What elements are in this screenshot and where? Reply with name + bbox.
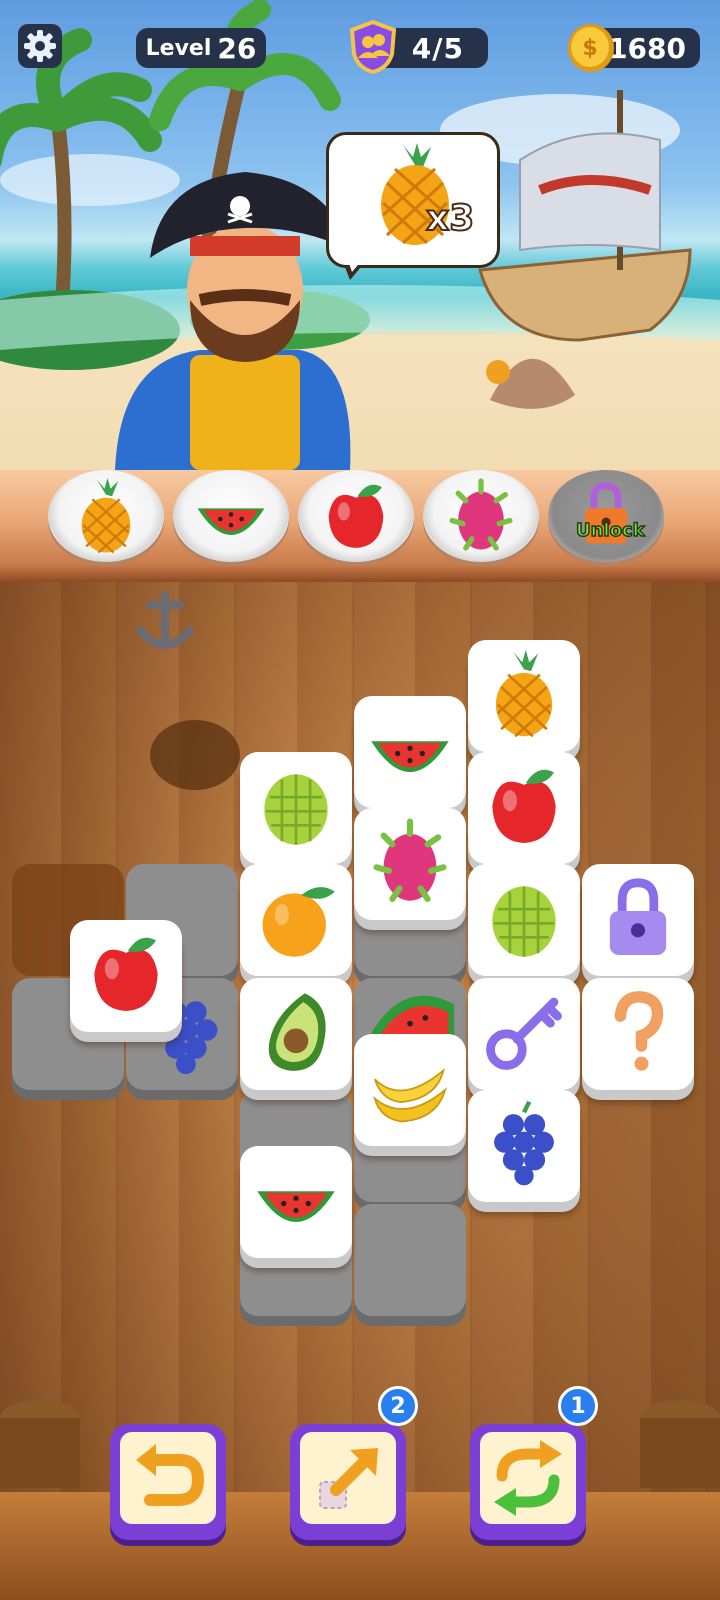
tile-apple[interactable] bbox=[70, 920, 182, 1032]
orange-icon bbox=[262, 887, 335, 957]
tile-watermelon[interactable] bbox=[354, 696, 466, 808]
watermelon-icon bbox=[257, 1191, 335, 1222]
apple-icon bbox=[328, 484, 384, 548]
tray-slot-locked[interactable] bbox=[548, 470, 664, 562]
tile-dragonfruit[interactable] bbox=[354, 808, 466, 920]
customers-shield-icon bbox=[349, 20, 397, 74]
barrel-icon bbox=[0, 1400, 80, 1488]
dragonfruit-icon bbox=[449, 478, 513, 551]
move-out-count: 2 bbox=[390, 1393, 406, 1419]
tile-orange[interactable] bbox=[240, 864, 352, 976]
move-out-button-face bbox=[300, 1432, 396, 1524]
barrel-icon bbox=[640, 1400, 720, 1488]
shuffle-button[interactable] bbox=[470, 1424, 586, 1540]
tile-avocado[interactable] bbox=[240, 978, 352, 1090]
watermelon-icon bbox=[371, 741, 449, 772]
level-label: Level bbox=[145, 35, 212, 61]
unlock-label[interactable]: Unlock bbox=[575, 519, 645, 542]
apple-icon bbox=[492, 769, 556, 843]
tile-durian[interactable] bbox=[468, 864, 580, 976]
tile-banana[interactable] bbox=[354, 1034, 466, 1146]
grapes-icon bbox=[494, 1100, 554, 1186]
order-count: x3 bbox=[425, 197, 475, 240]
level-number: 26 bbox=[217, 31, 257, 65]
bubble-tail-fill bbox=[345, 252, 369, 272]
move-out-count-badge: 2 bbox=[378, 1386, 418, 1426]
move-out-button[interactable] bbox=[290, 1424, 406, 1540]
undo-button-face bbox=[120, 1432, 216, 1524]
tray-slot-4 bbox=[423, 470, 539, 562]
tile-pineapple[interactable] bbox=[468, 640, 580, 752]
padlock-icon bbox=[584, 482, 628, 544]
covered-tile bbox=[354, 1204, 466, 1316]
tile-grapes[interactable] bbox=[468, 1090, 580, 1202]
avocado-icon bbox=[268, 993, 326, 1071]
tile-key[interactable] bbox=[468, 978, 580, 1090]
shuffle-icon bbox=[494, 1440, 562, 1516]
tile-apple[interactable] bbox=[468, 752, 580, 864]
apple-icon bbox=[94, 937, 158, 1011]
question-mark-icon bbox=[614, 991, 664, 1071]
shuffle-button-face bbox=[480, 1432, 576, 1524]
tray-slot-1 bbox=[48, 470, 164, 562]
move-out-icon bbox=[319, 1448, 378, 1509]
watermelon-icon bbox=[197, 508, 265, 535]
shuffle-count: 1 bbox=[570, 1393, 586, 1419]
dragonfruit-icon bbox=[373, 818, 447, 903]
coin-icon: $ bbox=[568, 24, 614, 72]
tile-durian[interactable] bbox=[240, 752, 352, 864]
settings-button[interactable] bbox=[18, 24, 62, 68]
undo-button[interactable] bbox=[110, 1424, 226, 1540]
tile-watermelon[interactable] bbox=[240, 1146, 352, 1258]
goal-count: 4/5 bbox=[411, 31, 464, 65]
level-indicator: Level 26 bbox=[136, 28, 266, 68]
padlock-icon bbox=[609, 878, 667, 955]
key-icon bbox=[486, 997, 562, 1070]
tray-slot-2 bbox=[173, 470, 289, 562]
coin-count: 1680 bbox=[608, 31, 686, 65]
gear-icon bbox=[24, 30, 56, 62]
pineapple-icon bbox=[81, 478, 131, 554]
pineapple-icon bbox=[495, 650, 553, 738]
undo-icon bbox=[136, 1444, 205, 1506]
durian-icon bbox=[264, 774, 328, 845]
tile-lock[interactable] bbox=[582, 864, 694, 976]
board-knot bbox=[150, 720, 240, 790]
anchor-icon bbox=[136, 591, 194, 649]
tile-mystery[interactable] bbox=[582, 978, 694, 1090]
tray-slot-3 bbox=[298, 470, 414, 562]
banana-icon bbox=[373, 1067, 447, 1123]
shuffle-count-badge: 1 bbox=[558, 1386, 598, 1426]
svg-text:$: $ bbox=[582, 36, 597, 61]
durian-icon bbox=[492, 886, 556, 957]
